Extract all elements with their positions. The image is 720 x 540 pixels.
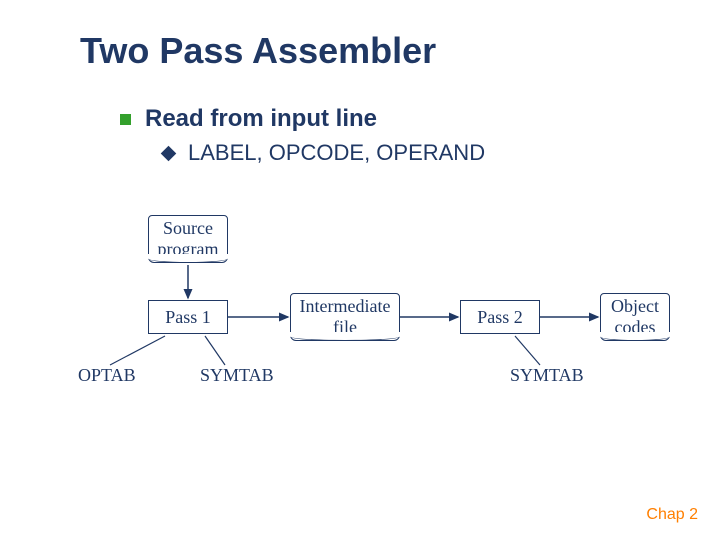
bullet-text: Read from input line [145,105,377,133]
diagram-connectors [0,0,720,540]
node-object-codes: Object codes [600,293,670,341]
node-optab: OPTAB [78,365,136,386]
node-pass2: Pass 2 [460,300,540,334]
square-bullet-icon [120,114,131,125]
bullet-row: Read from input line [120,105,377,133]
node-symtab2: SYMTAB [510,365,584,386]
sub-bullet-row: LABEL, OPCODE, OPERAND [163,140,485,166]
diamond-bullet-icon [161,145,177,161]
node-source-program: Source program [148,215,228,263]
sub-bullet-text: LABEL, OPCODE, OPERAND [188,140,485,166]
node-intermediate-file: Intermediate file [290,293,400,341]
page-title: Two Pass Assembler [80,30,436,72]
node-pass1: Pass 1 [148,300,228,334]
footer-chapter: Chap 2 [646,506,698,524]
node-symtab1: SYMTAB [200,365,274,386]
